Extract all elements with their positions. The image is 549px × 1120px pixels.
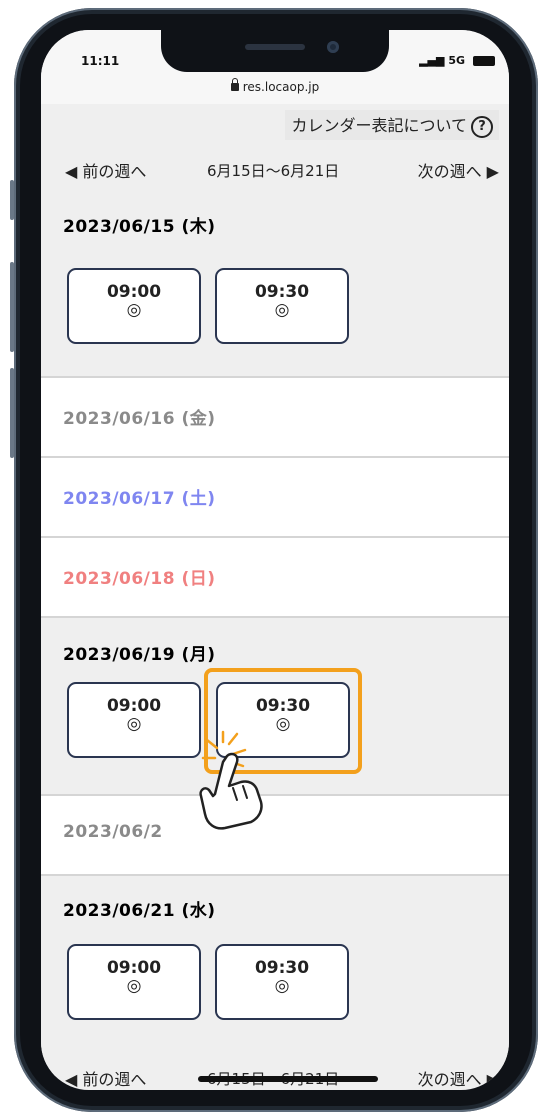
availability-mark: ◎	[126, 300, 142, 320]
day-date: 2023/06/18 (日)	[63, 569, 216, 589]
status-time: 11:11	[81, 54, 120, 68]
calendar-note-link[interactable]: カレンダー表記について?	[285, 110, 499, 140]
tap-hand-icon	[199, 730, 263, 830]
day-date: 2023/06/21 (水)	[63, 901, 216, 921]
url-display: res.locaop.jp	[41, 78, 509, 94]
availability-mark: ◎	[274, 976, 290, 996]
url-text: res.locaop.jp	[242, 80, 320, 94]
day-section: 2023/06/17 (土)	[41, 456, 509, 536]
day-date: 2023/06/16 (金)	[63, 409, 216, 429]
day-section: 2023/06/16 (金)	[41, 376, 509, 456]
camera-icon	[327, 41, 339, 53]
time-slot-button[interactable]: 09:30 ◎	[215, 944, 349, 1020]
day-section: 2023/06/21 (水) 09:00 ◎ 09:30 ◎	[41, 874, 509, 1076]
speaker	[245, 44, 305, 50]
page-content: カレンダー表記について? ◀ 前の週へ 6月15日〜6月21日 次の週へ ▶ 2…	[41, 104, 509, 1090]
slot-time: 09:30	[254, 282, 310, 302]
next-week-link-bottom[interactable]: 次の週へ ▶	[418, 1066, 499, 1090]
side-button-volume-up	[10, 262, 14, 352]
time-slot-button[interactable]: 09:00 ◎	[67, 268, 201, 344]
time-slot-button[interactable]: 09:30 ◎	[215, 268, 349, 344]
availability-mark: ◎	[274, 300, 290, 320]
day-date: 2023/06/2	[63, 822, 163, 842]
notch	[161, 30, 389, 72]
availability-mark: ◎	[126, 976, 142, 996]
time-slot-button[interactable]: 09:00 ◎	[67, 944, 201, 1020]
signal-icon: ▂▄▆ 5G	[419, 54, 465, 67]
next-week-link[interactable]: 次の週へ ▶	[418, 158, 499, 182]
calendar-note-label: カレンダー表記について	[291, 116, 467, 135]
prev-week-link[interactable]: ◀ 前の週へ	[65, 158, 146, 182]
day-date: 2023/06/17 (土)	[63, 489, 216, 509]
day-date: 2023/06/15 (木)	[63, 217, 216, 237]
browser-address-bar[interactable]: res.locaop.jp	[41, 74, 509, 104]
prev-week-link-bottom[interactable]: ◀ 前の週へ	[65, 1066, 146, 1090]
slot-time: 09:00	[106, 282, 162, 302]
day-section: 2023/06/15 (木) 09:00 ◎ 09:30 ◎	[41, 200, 509, 376]
week-navigation: ◀ 前の週へ 6月15日〜6月21日 次の週へ ▶	[41, 158, 509, 188]
side-button-volume-down	[10, 368, 14, 458]
day-section: 2023/06/18 (日)	[41, 536, 509, 616]
slot-time: 09:00	[106, 958, 162, 978]
lock-icon	[230, 78, 239, 91]
week-range: 6月15日〜6月21日	[207, 162, 340, 180]
home-indicator	[198, 1076, 378, 1082]
network-label: 5G	[448, 54, 465, 67]
day-date: 2023/06/19 (月)	[63, 645, 216, 665]
battery-icon	[473, 56, 495, 66]
phone-screen: 11:11 ▂▄▆ 5G res.locaop.jp カレンダー表記について? …	[41, 30, 509, 1090]
question-circle-icon: ?	[471, 115, 493, 138]
side-button-mute	[10, 180, 14, 220]
slot-time: 09:30	[254, 958, 310, 978]
